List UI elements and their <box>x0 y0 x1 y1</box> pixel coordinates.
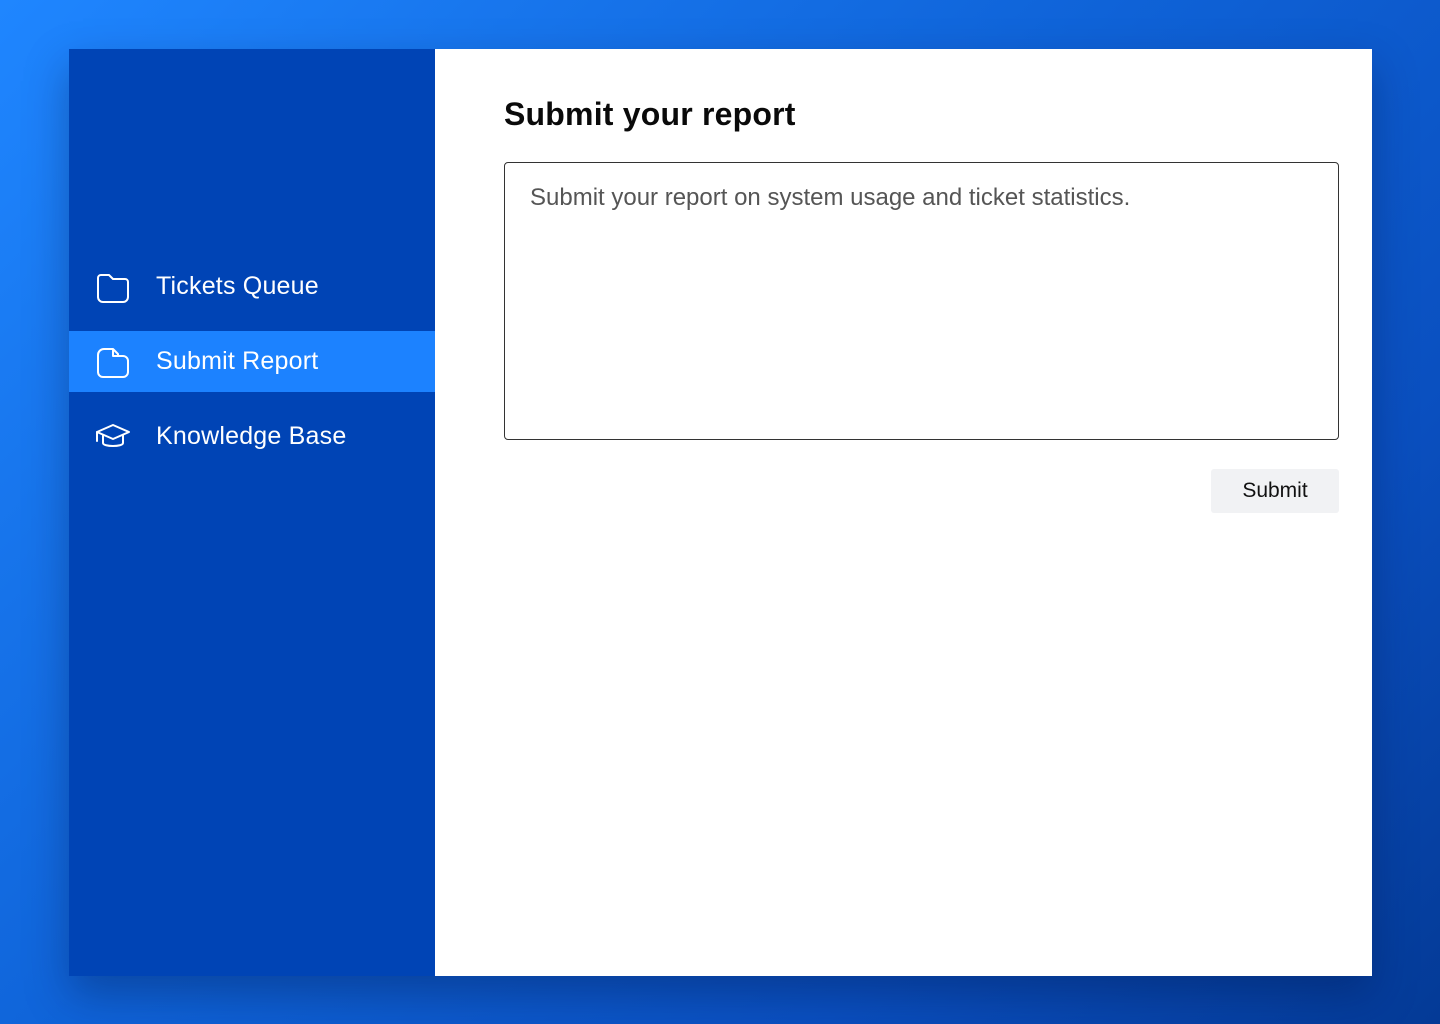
sidebar-item-submit-report[interactable]: Submit Report <box>69 331 435 392</box>
sidebar-item-tickets-queue[interactable]: Tickets Queue <box>69 256 435 317</box>
document-icon <box>93 342 133 382</box>
form-actions: Submit <box>504 469 1339 513</box>
graduation-cap-icon <box>93 417 133 457</box>
sidebar-item-label: Tickets Queue <box>156 272 319 300</box>
sidebar: Tickets Queue Submit Report Knowledge Ba… <box>69 49 435 976</box>
submit-button[interactable]: Submit <box>1211 469 1339 513</box>
folder-icon <box>93 267 133 307</box>
sidebar-item-knowledge-base[interactable]: Knowledge Base <box>69 406 435 467</box>
app-window: Tickets Queue Submit Report Knowledge Ba… <box>69 49 1372 976</box>
sidebar-item-label: Submit Report <box>156 347 319 375</box>
main-content: Submit your report Submit <box>435 49 1372 976</box>
page-title: Submit your report <box>504 96 796 132</box>
sidebar-item-label: Knowledge Base <box>156 422 347 450</box>
report-textarea[interactable] <box>504 162 1339 440</box>
